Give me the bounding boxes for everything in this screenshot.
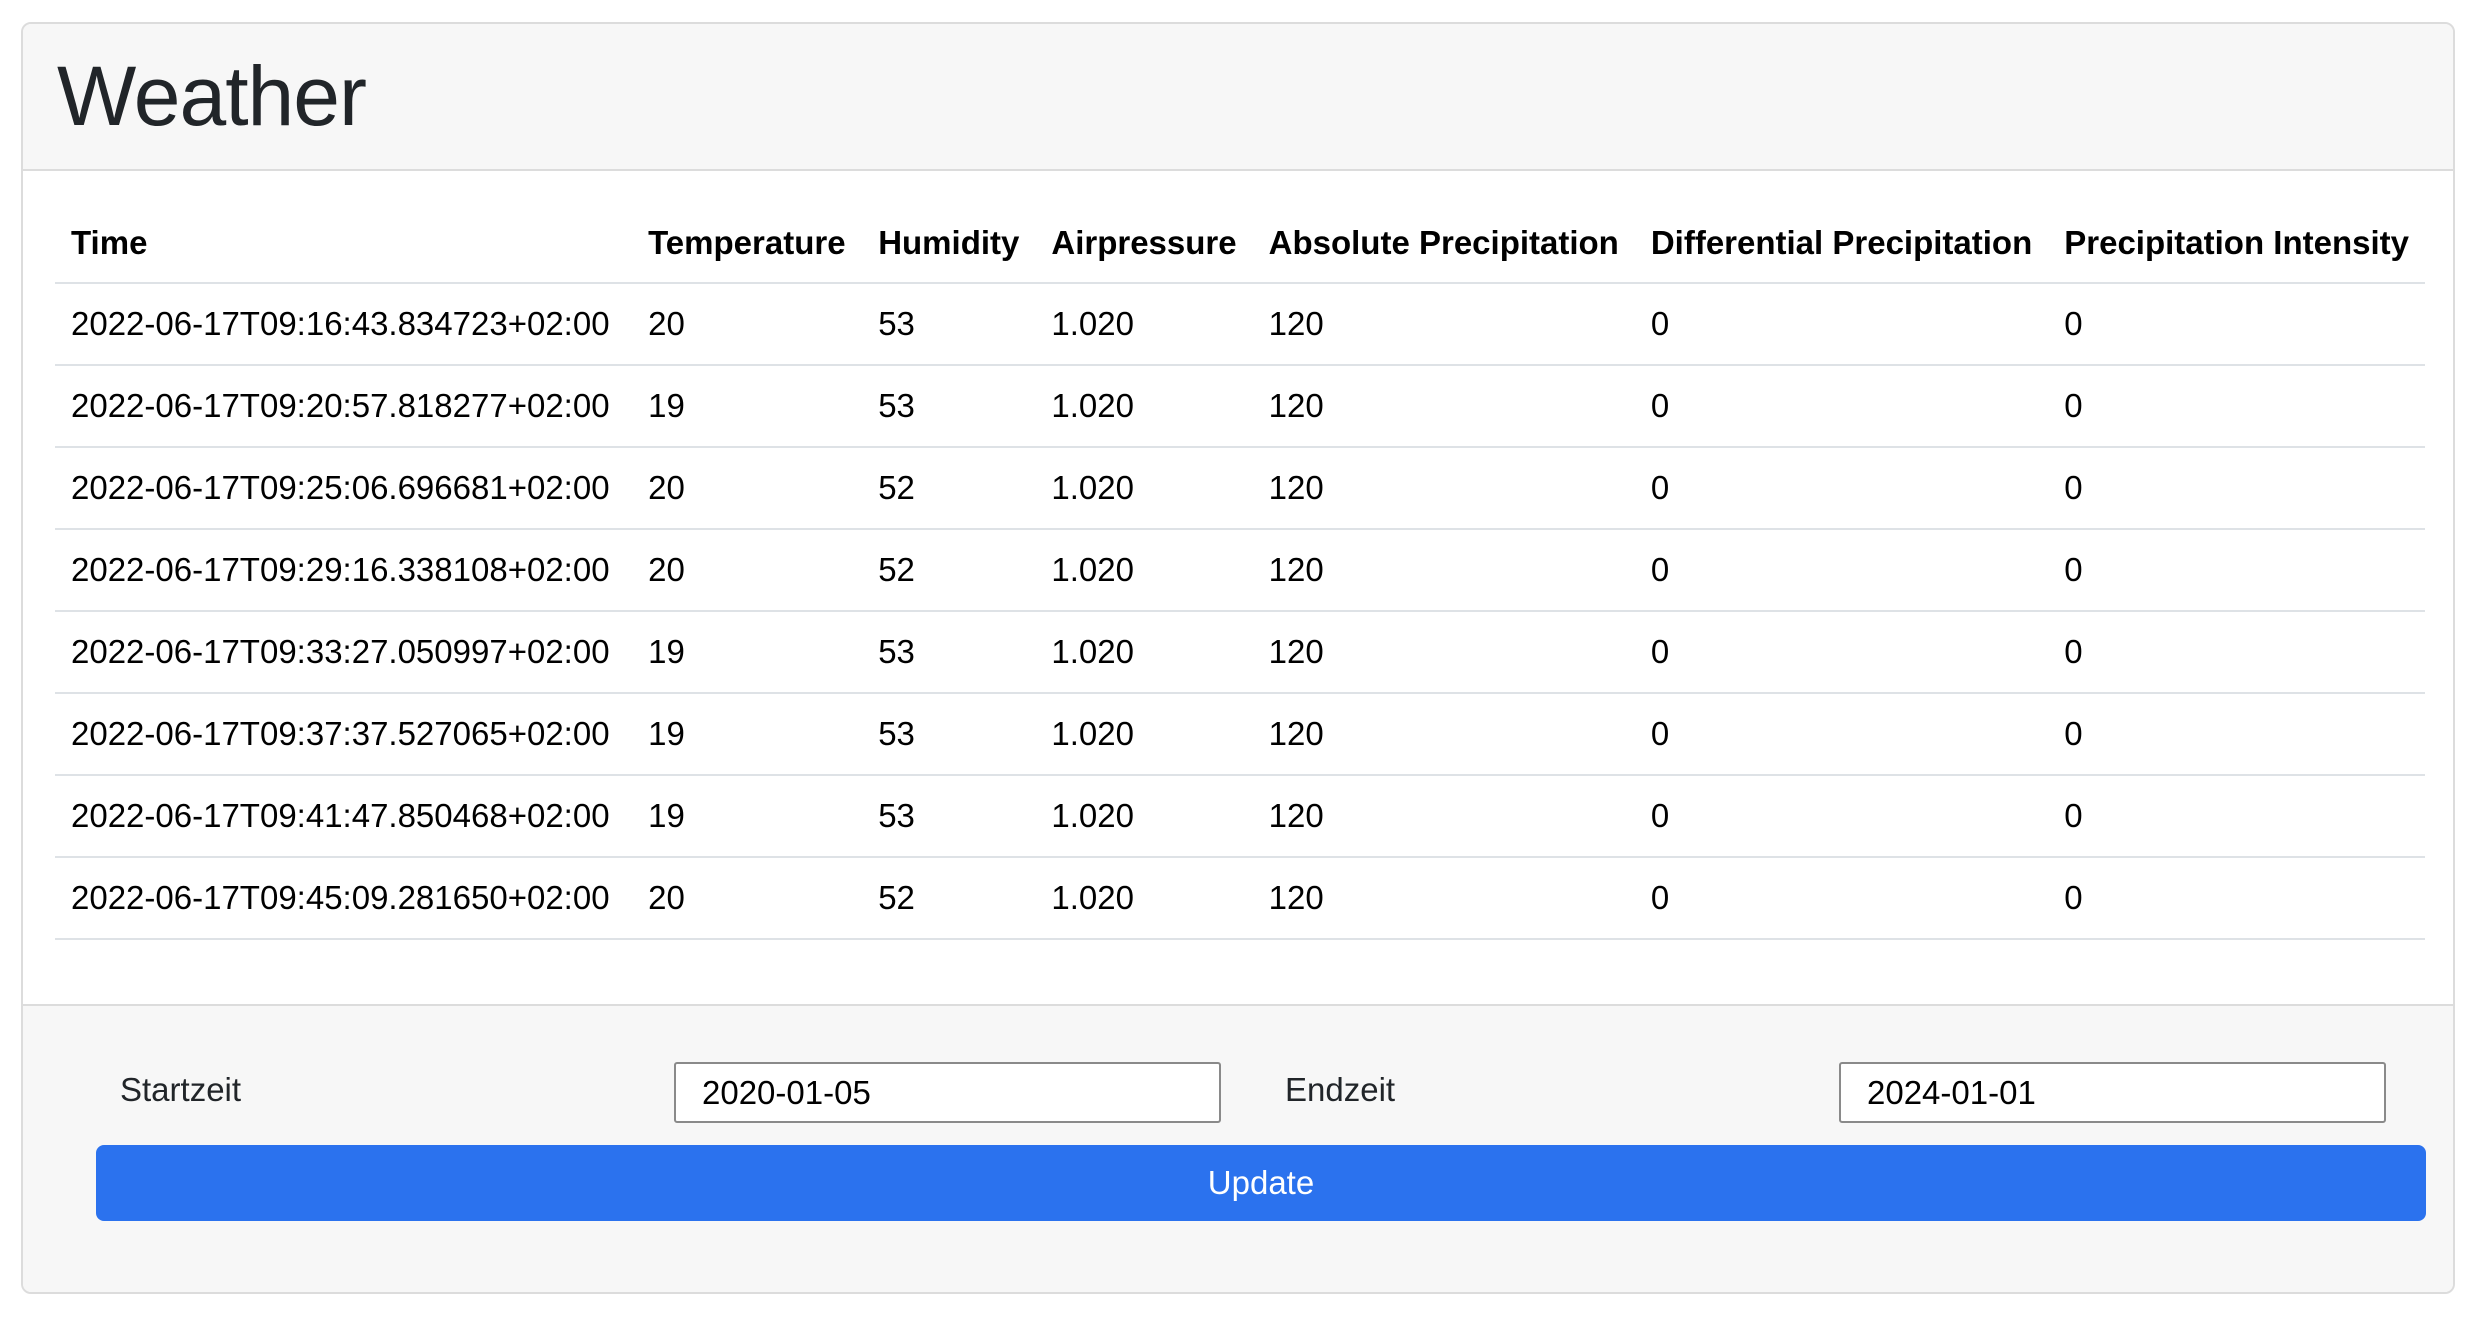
table-row: 2022-06-17T09:16:43.834723+02:00 20 53 1… xyxy=(55,283,2425,366)
cell-time: 2022-06-17T09:16:43.834723+02:00 xyxy=(55,283,633,366)
cell-differential-precipitation: 0 xyxy=(1634,447,2049,530)
weather-table: Time Temperature Humidity Airpressure Ab… xyxy=(55,203,2425,940)
cell-differential-precipitation: 0 xyxy=(1634,775,2049,858)
table-row: 2022-06-17T09:45:09.281650+02:00 20 52 1… xyxy=(55,857,2425,940)
end-time-input[interactable] xyxy=(1839,1062,2386,1123)
cell-absolute-precipitation: 120 xyxy=(1252,365,1635,448)
cell-precipitation-intensity: 0 xyxy=(2048,283,2425,366)
cell-absolute-precipitation: 120 xyxy=(1252,693,1635,776)
cell-time: 2022-06-17T09:33:27.050997+02:00 xyxy=(55,611,633,694)
cell-absolute-precipitation: 120 xyxy=(1252,529,1635,612)
column-header-differential-precipitation: Differential Precipitation xyxy=(1634,203,2049,284)
column-header-airpressure: Airpressure xyxy=(1035,203,1253,284)
table-header-row: Time Temperature Humidity Airpressure Ab… xyxy=(55,203,2425,284)
start-time-label: Startzeit xyxy=(120,1071,242,1108)
cell-differential-precipitation: 0 xyxy=(1634,611,2049,694)
cell-humidity: 52 xyxy=(862,447,1036,530)
table-row: 2022-06-17T09:33:27.050997+02:00 19 53 1… xyxy=(55,611,2425,694)
cell-humidity: 53 xyxy=(862,611,1036,694)
cell-precipitation-intensity: 0 xyxy=(2048,775,2425,858)
table-row: 2022-06-17T09:20:57.818277+02:00 19 53 1… xyxy=(55,365,2425,448)
cell-humidity: 53 xyxy=(862,775,1036,858)
table-body: 2022-06-17T09:16:43.834723+02:00 20 53 1… xyxy=(55,283,2425,940)
column-header-precipitation-intensity: Precipitation Intensity xyxy=(2048,203,2425,284)
column-header-absolute-precipitation: Absolute Precipitation xyxy=(1252,203,1635,284)
start-time-input[interactable] xyxy=(674,1062,1221,1123)
cell-airpressure: 1.020 xyxy=(1035,283,1253,366)
cell-time: 2022-06-17T09:29:16.338108+02:00 xyxy=(55,529,633,612)
cell-temperature: 19 xyxy=(632,775,863,858)
card-body: Time Temperature Humidity Airpressure Ab… xyxy=(23,171,2453,1025)
cell-precipitation-intensity: 0 xyxy=(2048,447,2425,530)
cell-absolute-precipitation: 120 xyxy=(1252,283,1635,366)
cell-airpressure: 1.020 xyxy=(1035,529,1253,612)
cell-precipitation-intensity: 0 xyxy=(2048,365,2425,448)
cell-airpressure: 1.020 xyxy=(1035,611,1253,694)
cell-absolute-precipitation: 120 xyxy=(1252,775,1635,858)
cell-temperature: 20 xyxy=(632,447,863,530)
cell-time: 2022-06-17T09:45:09.281650+02:00 xyxy=(55,857,633,940)
column-header-time: Time xyxy=(55,203,633,284)
cell-airpressure: 1.020 xyxy=(1035,693,1253,776)
cell-time: 2022-06-17T09:20:57.818277+02:00 xyxy=(55,365,633,448)
cell-differential-precipitation: 0 xyxy=(1634,529,2049,612)
cell-precipitation-intensity: 0 xyxy=(2048,693,2425,776)
page-title: Weather xyxy=(57,49,367,143)
cell-time: 2022-06-17T09:41:47.850468+02:00 xyxy=(55,775,633,858)
cell-humidity: 53 xyxy=(862,283,1036,366)
card-header: Weather xyxy=(23,24,2453,171)
cell-temperature: 19 xyxy=(632,693,863,776)
column-header-humidity: Humidity xyxy=(862,203,1036,284)
update-button[interactable]: Update xyxy=(96,1145,2426,1221)
cell-time: 2022-06-17T09:37:37.527065+02:00 xyxy=(55,693,633,776)
cell-absolute-precipitation: 120 xyxy=(1252,611,1635,694)
cell-differential-precipitation: 0 xyxy=(1634,283,2049,366)
cell-differential-precipitation: 0 xyxy=(1634,365,2049,448)
cell-temperature: 20 xyxy=(632,857,863,940)
cell-temperature: 20 xyxy=(632,283,863,366)
cell-airpressure: 1.020 xyxy=(1035,447,1253,530)
cell-differential-precipitation: 0 xyxy=(1634,857,2049,940)
cell-humidity: 53 xyxy=(862,365,1036,448)
cell-differential-precipitation: 0 xyxy=(1634,693,2049,776)
cell-humidity: 52 xyxy=(862,529,1036,612)
cell-humidity: 52 xyxy=(862,857,1036,940)
cell-temperature: 19 xyxy=(632,611,863,694)
end-time-label: Endzeit xyxy=(1285,1071,1396,1108)
card-footer: Startzeit Endzeit Update xyxy=(23,1004,2453,1292)
cell-temperature: 20 xyxy=(632,529,863,612)
weather-card: Weather Time Temperature Humidity Airpre… xyxy=(21,22,2455,1294)
cell-airpressure: 1.020 xyxy=(1035,857,1253,940)
table-row: 2022-06-17T09:25:06.696681+02:00 20 52 1… xyxy=(55,447,2425,530)
column-header-temperature: Temperature xyxy=(632,203,863,284)
cell-humidity: 53 xyxy=(862,693,1036,776)
table-row: 2022-06-17T09:29:16.338108+02:00 20 52 1… xyxy=(55,529,2425,612)
cell-airpressure: 1.020 xyxy=(1035,365,1253,448)
cell-time: 2022-06-17T09:25:06.696681+02:00 xyxy=(55,447,633,530)
cell-absolute-precipitation: 120 xyxy=(1252,447,1635,530)
cell-airpressure: 1.020 xyxy=(1035,775,1253,858)
cell-precipitation-intensity: 0 xyxy=(2048,857,2425,940)
cell-precipitation-intensity: 0 xyxy=(2048,611,2425,694)
cell-temperature: 19 xyxy=(632,365,863,448)
table-row: 2022-06-17T09:37:37.527065+02:00 19 53 1… xyxy=(55,693,2425,776)
table-row: 2022-06-17T09:41:47.850468+02:00 19 53 1… xyxy=(55,775,2425,858)
cell-precipitation-intensity: 0 xyxy=(2048,529,2425,612)
cell-absolute-precipitation: 120 xyxy=(1252,857,1635,940)
